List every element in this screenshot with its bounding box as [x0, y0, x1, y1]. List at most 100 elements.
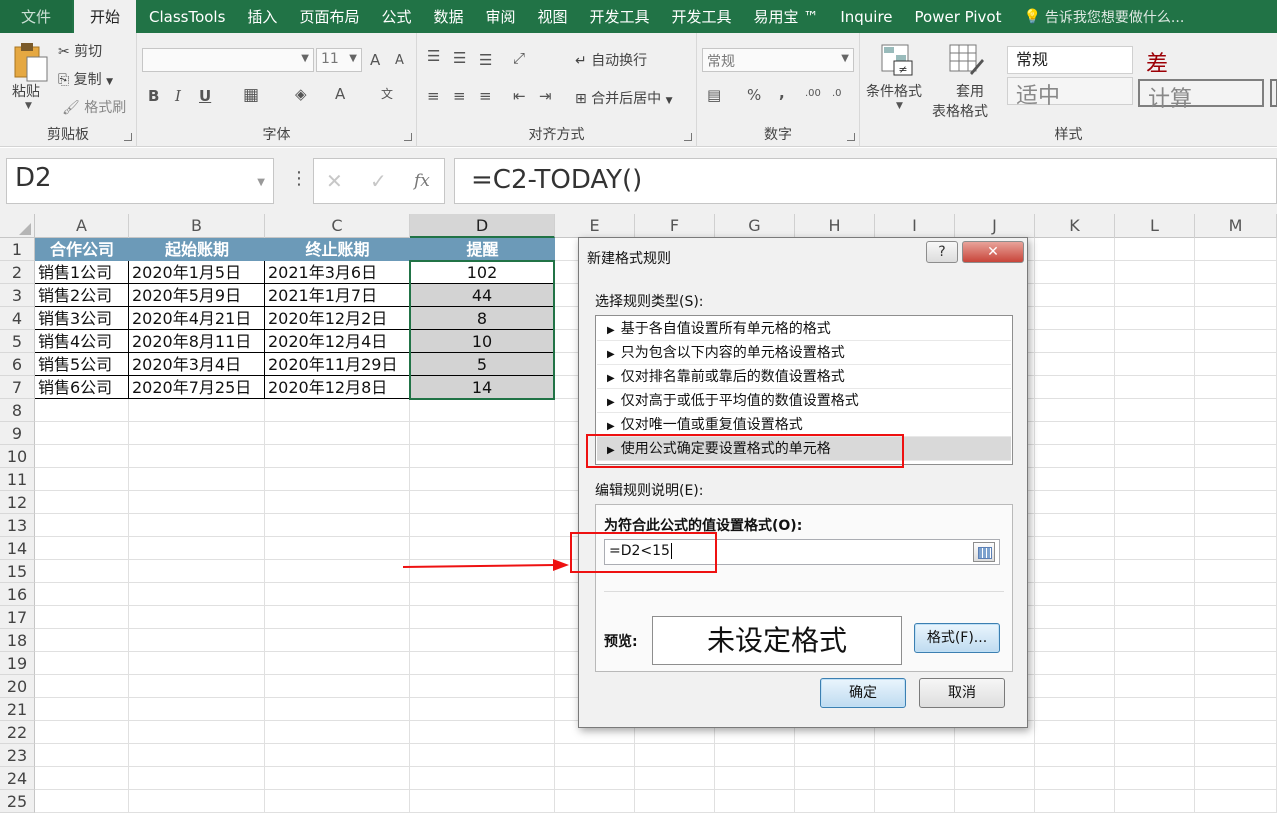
dialog-launcher-icon[interactable] — [404, 133, 412, 141]
enter-icon[interactable]: ✓ — [370, 169, 387, 193]
wrap-text-button[interactable]: ↵ 自动换行 — [575, 50, 647, 70]
tab-page-layout[interactable]: 页面布局 — [288, 0, 370, 33]
cut-button[interactable]: ✂ 剪切 — [58, 41, 102, 61]
formula-input-field[interactable]: =D2<15 — [604, 539, 1000, 565]
rule-type-item[interactable]: ▶ 仅对排名靠前或靠后的数值设置格式 — [597, 365, 1011, 389]
data-cell[interactable]: 8 — [410, 307, 555, 330]
data-cell[interactable]: 销售6公司 — [35, 376, 129, 399]
column-header-e[interactable]: E — [555, 214, 635, 238]
data-cell[interactable]: 44 — [410, 284, 555, 307]
row-header[interactable]: 18 — [0, 629, 35, 652]
data-cell[interactable]: 2020年1月5日 — [129, 261, 265, 284]
column-header-j[interactable]: J — [955, 214, 1035, 238]
accounting-format-icon[interactable]: ▤ — [707, 86, 721, 104]
row-header[interactable]: 3 — [0, 284, 35, 307]
header-cell[interactable]: 终止账期 — [265, 238, 410, 261]
grow-font-button[interactable]: A — [370, 51, 380, 69]
tab-developer-2[interactable]: 开发工具 — [661, 0, 743, 33]
borders-icon[interactable]: ▦ — [243, 85, 259, 105]
column-header-i[interactable]: I — [875, 214, 955, 238]
range-selector-icon[interactable] — [973, 542, 995, 562]
tab-classtools[interactable]: ClassTools — [138, 0, 236, 33]
rule-type-item[interactable]: ▶ 基于各自值设置所有单元格的格式 — [597, 317, 1011, 341]
row-header[interactable]: 9 — [0, 422, 35, 445]
style-calculation[interactable]: 计算 — [1138, 79, 1264, 112]
select-all-corner[interactable] — [0, 214, 35, 238]
data-cell[interactable]: 2020年7月25日 — [129, 376, 265, 399]
data-cell[interactable]: 销售3公司 — [35, 307, 129, 330]
column-header-k[interactable]: K — [1035, 214, 1115, 238]
header-cell[interactable]: 起始账期 — [129, 238, 265, 261]
data-cell[interactable]: 2021年3月6日 — [265, 261, 410, 284]
shrink-font-button[interactable]: A — [395, 53, 404, 68]
rule-type-item[interactable]: ▶ 仅对唯一值或重复值设置格式 — [597, 413, 1011, 437]
close-button[interactable]: ✕ — [962, 241, 1024, 263]
row-header[interactable]: 22 — [0, 721, 35, 744]
dialog-launcher-icon[interactable] — [684, 133, 692, 141]
decrease-decimal-icon[interactable]: .0 — [832, 88, 842, 99]
merge-center-button[interactable]: ⊞ 合并后居中 ▼ — [575, 88, 673, 108]
align-bottom-icon[interactable]: ☰ — [479, 51, 492, 69]
increase-decimal-icon[interactable]: .00 — [805, 88, 821, 99]
row-header[interactable]: 5 — [0, 330, 35, 353]
row-header[interactable]: 20 — [0, 675, 35, 698]
styles-scroll-more[interactable] — [1270, 79, 1277, 107]
font-size-combo[interactable]: 11 ▼ — [316, 48, 362, 72]
data-cell[interactable]: 销售5公司 — [35, 353, 129, 376]
cancel-icon[interactable]: ✕ — [326, 169, 343, 193]
row-header[interactable]: 23 — [0, 744, 35, 767]
align-middle-icon[interactable]: ☰ — [453, 49, 466, 67]
comma-button[interactable]: , — [779, 84, 785, 102]
data-cell[interactable]: 2020年3月4日 — [129, 353, 265, 376]
row-header[interactable]: 13 — [0, 514, 35, 537]
row-header[interactable]: 16 — [0, 583, 35, 606]
underline-button[interactable]: U — [199, 87, 211, 105]
tab-home[interactable]: 开始 — [74, 0, 136, 33]
row-header[interactable]: 7 — [0, 376, 35, 399]
rule-type-item-selected[interactable]: ▶ 使用公式确定要设置格式的单元格 — [597, 437, 1011, 461]
row-header[interactable]: 6 — [0, 353, 35, 376]
data-cell[interactable]: 2020年8月11日 — [129, 330, 265, 353]
italic-button[interactable]: I — [175, 87, 181, 105]
style-normal[interactable]: 常规 — [1007, 46, 1133, 74]
column-header-d[interactable]: D — [410, 214, 555, 238]
header-cell[interactable]: 提醒 — [410, 238, 555, 261]
format-button[interactable]: 格式(F)... — [914, 623, 1000, 653]
data-cell[interactable]: 销售1公司 — [35, 261, 129, 284]
data-cell[interactable]: 102 — [410, 261, 555, 284]
decrease-indent-icon[interactable]: ⇤ — [513, 87, 526, 105]
orientation-icon[interactable]: ⤢ — [513, 49, 525, 67]
align-center-icon[interactable]: ≡ — [453, 87, 466, 105]
style-neutral[interactable]: 适中 — [1007, 77, 1133, 109]
row-header[interactable]: 17 — [0, 606, 35, 629]
data-cell[interactable]: 2020年5月9日 — [129, 284, 265, 307]
data-cell[interactable]: 2020年12月2日 — [265, 307, 410, 330]
paste-button[interactable]: 粘贴 ▼ — [8, 39, 52, 115]
row-header[interactable]: 2 — [0, 261, 35, 284]
column-header-g[interactable]: G — [715, 214, 795, 238]
align-left-icon[interactable]: ≡ — [427, 87, 440, 105]
phonetic-icon[interactable]: 文 — [381, 85, 393, 102]
row-header[interactable]: 12 — [0, 491, 35, 514]
data-cell[interactable]: 2020年4月21日 — [129, 307, 265, 330]
data-cell[interactable]: 5 — [410, 353, 555, 376]
tell-me-search[interactable]: 💡 告诉我您想要做什么... — [1012, 0, 1195, 33]
row-header[interactable]: 14 — [0, 537, 35, 560]
tab-view[interactable]: 视图 — [527, 0, 579, 33]
ok-button[interactable]: 确定 — [820, 678, 906, 708]
column-header-l[interactable]: L — [1115, 214, 1195, 238]
tab-inquire[interactable]: Inquire — [829, 0, 903, 33]
format-painter-button[interactable]: 🖌 格式刷 — [62, 97, 126, 117]
row-header[interactable]: 21 — [0, 698, 35, 721]
number-format-combo[interactable]: 常规 ▼ — [702, 48, 854, 72]
data-cell[interactable]: 2020年12月4日 — [265, 330, 410, 353]
row-header[interactable]: 4 — [0, 307, 35, 330]
tab-yiyongbao[interactable]: 易用宝 ™ — [743, 0, 830, 33]
bold-button[interactable]: B — [148, 87, 159, 105]
font-color-button[interactable]: A — [335, 85, 345, 103]
copy-button[interactable]: ⎘ 复制 ▼ — [58, 69, 113, 89]
data-cell[interactable]: 2021年1月7日 — [265, 284, 410, 307]
tab-developer[interactable]: 开发工具 — [579, 0, 661, 33]
increase-indent-icon[interactable]: ⇥ — [539, 87, 552, 105]
rule-type-item[interactable]: ▶ 仅对高于或低于平均值的数值设置格式 — [597, 389, 1011, 413]
